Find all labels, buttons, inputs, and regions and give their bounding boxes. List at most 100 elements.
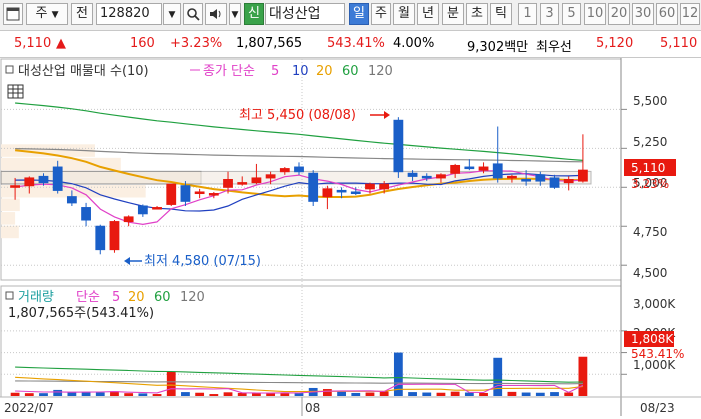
jeon-button[interactable]: 전 [71,3,93,25]
volume-legend-ma-120: 120 [180,290,205,305]
candle-down [294,166,304,173]
best-ask-price: 5,120 [596,36,634,51]
code-dropdown[interactable]: ▼ [163,3,181,25]
price-tick-5250: 5,250 [633,135,667,149]
current-volume-pct-tag: 543.41% [631,347,684,361]
window-icon[interactable] [3,3,23,25]
price-legend-ma: 종가 단순 [203,64,255,79]
interval-60[interactable]: 60 [656,3,678,25]
candle-up [123,216,134,223]
volume-bar-down [81,392,91,396]
volume-bar-up [322,389,332,396]
interval-30[interactable]: 30 [632,3,654,25]
code-input[interactable]: 128820 [96,3,162,25]
candle-up [365,183,375,190]
volume-bar-up [436,392,446,396]
interval-120[interactable]: 12 [680,3,700,25]
candle-up [578,169,588,182]
volume-legend-ma-60: 60 [154,290,171,305]
volume-bar-up [379,391,389,396]
volume-bar-up [266,393,276,396]
interval-5[interactable]: 5 [562,3,581,25]
candle-up [166,183,177,205]
x-label-08: 08 [305,401,320,415]
volume-legend-ma: 단순 [76,290,100,305]
trade-amount: 9,302백만 [467,40,529,55]
sound-dropdown[interactable]: ▼ [229,3,241,25]
tab-second[interactable]: 초 [466,3,488,25]
table-icon[interactable] [7,84,24,99]
toolbar: 주 ▼ 전 128820 ▼ ▼ 신 대성산업 일 주 월 년 분 초 틱 1 … [0,0,701,31]
company-name-field: 대성산업 [265,3,345,25]
search-icon[interactable] [183,3,203,25]
candle-down [421,175,432,179]
candle-up [379,183,390,190]
chevron-down-icon: ▼ [168,10,176,20]
chevron-down-icon: ▼ [51,10,59,20]
candle-down [180,185,191,202]
legend-ma-60: 60 [342,64,359,79]
volume-bar-up [479,392,488,396]
candle-up [478,166,489,171]
sound-icon[interactable] [205,3,227,25]
interval-10[interactable]: 10 [584,3,606,25]
candle-up [223,179,233,188]
turnover-rate: 4.00% [393,36,435,51]
market-select[interactable]: 주 ▼ [26,3,68,25]
interval-1[interactable]: 1 [518,3,537,25]
price-change: 160 [130,36,155,51]
candle-down [38,175,49,184]
volume-bar-up [24,393,34,396]
stock-chart[interactable]: 대성산업 매물대 수(10) 종가 단순 5 10 20 60 120 최고 5… [0,58,701,416]
x-label-2022-07: 2022/07 [4,401,54,415]
interval-3[interactable]: 3 [540,3,559,25]
tab-minute[interactable]: 분 [442,3,464,25]
volume-bar-down [535,392,545,396]
volume-bar-up [10,392,20,396]
candle-up [10,185,20,188]
volume-bar-up [365,392,375,396]
volume-bar-up [237,392,247,396]
candle-up [450,164,461,174]
volume-bar-down [181,392,190,396]
volume-legend-ma-20: 20 [128,290,145,305]
tab-month[interactable]: 월 [393,3,415,25]
volume-bar-down [408,392,417,396]
candle-up [322,188,333,198]
tab-week[interactable]: 주 [371,3,391,25]
volume-bar-down [95,392,105,396]
tab-year[interactable]: 년 [417,3,439,25]
candle-up [152,207,162,210]
volume-bar-up [507,391,517,396]
price-tick-5500: 5,500 [633,94,667,108]
volume-bar-up [578,356,588,396]
candle-down [535,174,546,182]
price-legend-title: 대성산업 매물대 수(10) [18,64,149,79]
candle-up [208,193,219,196]
tab-tick[interactable]: 틱 [490,3,512,25]
volume-profile-bar [1,225,19,239]
volume-bar-up [166,371,176,396]
candle-down [308,172,319,202]
x-label-08-23: 08/23 [640,401,675,415]
candle-up [279,168,290,173]
price-tick-4750: 4,750 [633,225,667,239]
volume-ratio: 543.41% [327,36,385,51]
chart-area[interactable]: 대성산업 매물대 수(10) 종가 단순 5 10 20 60 120 최고 5… [0,58,701,416]
candle-down [336,189,347,193]
legend-ma-5: 5 [271,64,279,79]
up-arrow-icon: ▲ [56,36,66,51]
chevron-down-icon: ▼ [231,10,239,20]
interval-20[interactable]: 20 [608,3,630,25]
candle-up [24,177,35,187]
volume-legend-ma-5: 5 [112,290,120,305]
quote-bar: 5,110 ▲ 160 +3.23% 1,807,565 543.41% 4.0… [0,31,701,58]
candle-down [521,179,532,182]
volume-bar-down [351,392,361,396]
current-volume-tag-text: 1,808K [631,332,674,346]
tab-day[interactable]: 일 [349,3,369,25]
volume-bar-up [564,392,574,396]
candle-up [436,174,446,179]
candle-up [109,221,120,251]
volume-bar-down [550,392,559,396]
